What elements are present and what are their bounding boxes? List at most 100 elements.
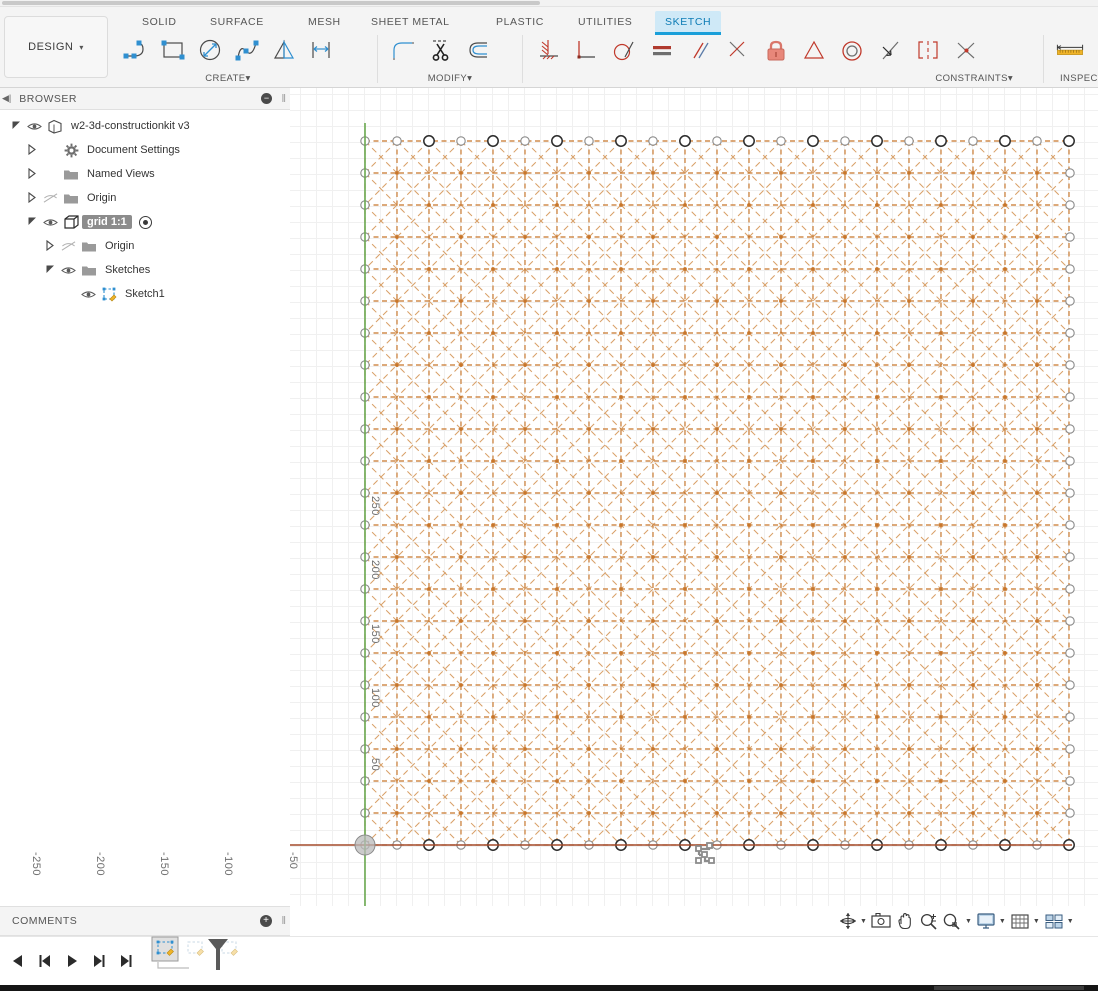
panel-create-label[interactable]: CREATE▾	[118, 73, 338, 84]
timeline-features	[151, 936, 238, 986]
tab-solid[interactable]: SOLID	[132, 11, 187, 33]
tree-item-document-label: w2-3d-constructionkit v3	[71, 120, 190, 132]
rectangle-tool[interactable]	[155, 32, 190, 70]
panel-inspect-label[interactable]: INSPECT	[1052, 73, 1098, 84]
browser-header: ◀| BROWSER − ‖	[0, 88, 290, 110]
expand-arrow-icon[interactable]	[24, 216, 40, 229]
timeline-go-to-beginning[interactable]	[7, 949, 29, 973]
timeline-bar	[0, 936, 1098, 985]
collinear-constraint[interactable]	[872, 32, 908, 70]
fillet-tool[interactable]	[385, 32, 421, 70]
tree-item-sketches[interactable]: Sketches	[0, 258, 290, 282]
eye-icon[interactable]	[24, 121, 44, 132]
timeline-play[interactable]	[61, 949, 83, 973]
perpendicular-constraint[interactable]	[568, 32, 604, 70]
pan-button[interactable]	[895, 909, 915, 933]
tree-item-named-views-label: Named Views	[87, 168, 155, 180]
tree-item-document-settings[interactable]: Document Settings	[0, 138, 290, 162]
sketch-dimension-tool[interactable]	[303, 32, 338, 70]
y-axis-label-200: 200	[369, 560, 381, 580]
eye-hidden-icon[interactable]	[40, 192, 60, 204]
parallel-constraint[interactable]	[682, 32, 718, 70]
chevron-down-icon[interactable]: ▼	[999, 918, 1006, 925]
browser-title: BROWSER	[19, 92, 78, 105]
tab-surface[interactable]: SURFACE	[200, 11, 274, 33]
tree-item-named-views[interactable]: Named Views	[0, 162, 290, 186]
tree-item-origin[interactable]: Origin	[0, 186, 290, 210]
panel-create-text: CREATE	[205, 73, 246, 84]
expand-arrow-icon[interactable]	[8, 120, 24, 133]
midpoint-constraint[interactable]	[796, 32, 832, 70]
tab-utilities[interactable]: UTILITIES	[568, 11, 642, 33]
symmetry-constraint[interactable]	[910, 32, 946, 70]
tree-item-sketch1[interactable]: Sketch1	[0, 282, 290, 306]
eye-hidden-icon[interactable]	[58, 240, 78, 252]
eye-icon[interactable]	[58, 265, 78, 276]
bottom-status-bar	[0, 985, 1098, 991]
chevron-right-icon[interactable]	[24, 167, 40, 181]
chevron-down-icon[interactable]: ▼	[965, 918, 972, 925]
add-comment-button[interactable]: +	[260, 915, 272, 927]
eye-icon[interactable]	[78, 289, 98, 300]
equal-constraint[interactable]	[644, 32, 680, 70]
tree-item-grid-origin[interactable]: Origin	[0, 234, 290, 258]
comments-title: COMMENTS	[12, 915, 78, 927]
panel-modify-label[interactable]: MODIFY▾	[385, 73, 515, 84]
timeline-marker[interactable]	[205, 936, 231, 976]
browser-resize-grip[interactable]: ‖	[281, 93, 286, 105]
concentric-constraint[interactable]	[834, 32, 870, 70]
eye-icon[interactable]	[40, 217, 60, 228]
timeline-step-forward[interactable]	[88, 949, 110, 973]
chevron-right-icon[interactable]	[24, 143, 40, 157]
tab-plastic[interactable]: PLASTIC	[486, 11, 554, 33]
sketch-canvas[interactable]	[290, 88, 1098, 906]
chevron-down-icon: ▾	[467, 73, 473, 84]
panel-constraints-label[interactable]: CONSTRAINTS▾	[530, 73, 1035, 84]
design-workspace-button[interactable]: DESIGN ▾	[4, 16, 108, 78]
browser-minimize-button[interactable]: −	[261, 93, 272, 104]
browser-tree: w2-3d-constructionkit v3 Document Settin…	[0, 114, 290, 306]
chevron-down-icon: ▾	[1007, 73, 1013, 84]
comments-resize-grip[interactable]: ‖	[281, 915, 286, 927]
trim-tool[interactable]	[423, 32, 459, 70]
tab-sketch[interactable]: SKETCH	[655, 11, 722, 35]
curvature-constraint[interactable]	[948, 32, 984, 70]
coincident-constraint[interactable]	[720, 32, 756, 70]
activate-component-radio[interactable]	[138, 215, 152, 229]
viewports-button[interactable]: ▼	[1043, 909, 1074, 933]
y-axis-label-100: 100	[369, 688, 381, 708]
zoom-button[interactable]	[918, 909, 938, 933]
fit-button[interactable]: ▼	[941, 909, 972, 933]
mirror-tool[interactable]	[266, 32, 301, 70]
tangent-constraint[interactable]	[606, 32, 642, 70]
timeline-step-back[interactable]	[34, 949, 56, 973]
folder-icon	[78, 240, 100, 253]
chevron-down-icon[interactable]: ▼	[1033, 918, 1040, 925]
chevron-down-icon[interactable]: ▼	[1067, 918, 1074, 925]
chevron-down-icon[interactable]: ▼	[860, 918, 867, 925]
chevron-right-icon[interactable]	[42, 239, 58, 253]
offset-tool[interactable]	[461, 32, 497, 70]
grid-snaps-button[interactable]: ▼	[1009, 909, 1040, 933]
circle-tool[interactable]	[192, 32, 227, 70]
ribbon-scrollbar-thumb[interactable]	[2, 1, 540, 5]
expand-arrow-icon[interactable]	[42, 264, 58, 277]
chevron-right-icon[interactable]	[24, 191, 40, 205]
collapse-left-icon[interactable]: ◀|	[2, 93, 11, 104]
bottom-scrollbar-thumb[interactable]	[934, 986, 1084, 990]
look-at-button[interactable]	[870, 909, 892, 933]
orbit-button[interactable]: ▼	[838, 909, 867, 933]
browser-panel: ◀| BROWSER − ‖ w2-3d-constructionkit v3	[0, 88, 290, 906]
display-settings-button[interactable]: ▼	[975, 909, 1006, 933]
line-tool[interactable]	[118, 32, 153, 70]
horizontal-vertical-constraint[interactable]	[530, 32, 566, 70]
ribbon-scrollbar[interactable]	[0, 0, 1098, 7]
timeline-go-to-end[interactable]	[115, 949, 137, 973]
spline-tool[interactable]	[229, 32, 264, 70]
fix-unfix-constraint[interactable]	[758, 32, 794, 70]
tree-item-grid-component[interactable]: grid 1:1	[0, 210, 290, 234]
tree-item-document[interactable]: w2-3d-constructionkit v3	[0, 114, 290, 138]
tab-sheet-metal[interactable]: SHEET METAL	[361, 11, 460, 33]
measure-tool[interactable]	[1052, 32, 1088, 70]
tab-mesh[interactable]: MESH	[298, 11, 351, 33]
